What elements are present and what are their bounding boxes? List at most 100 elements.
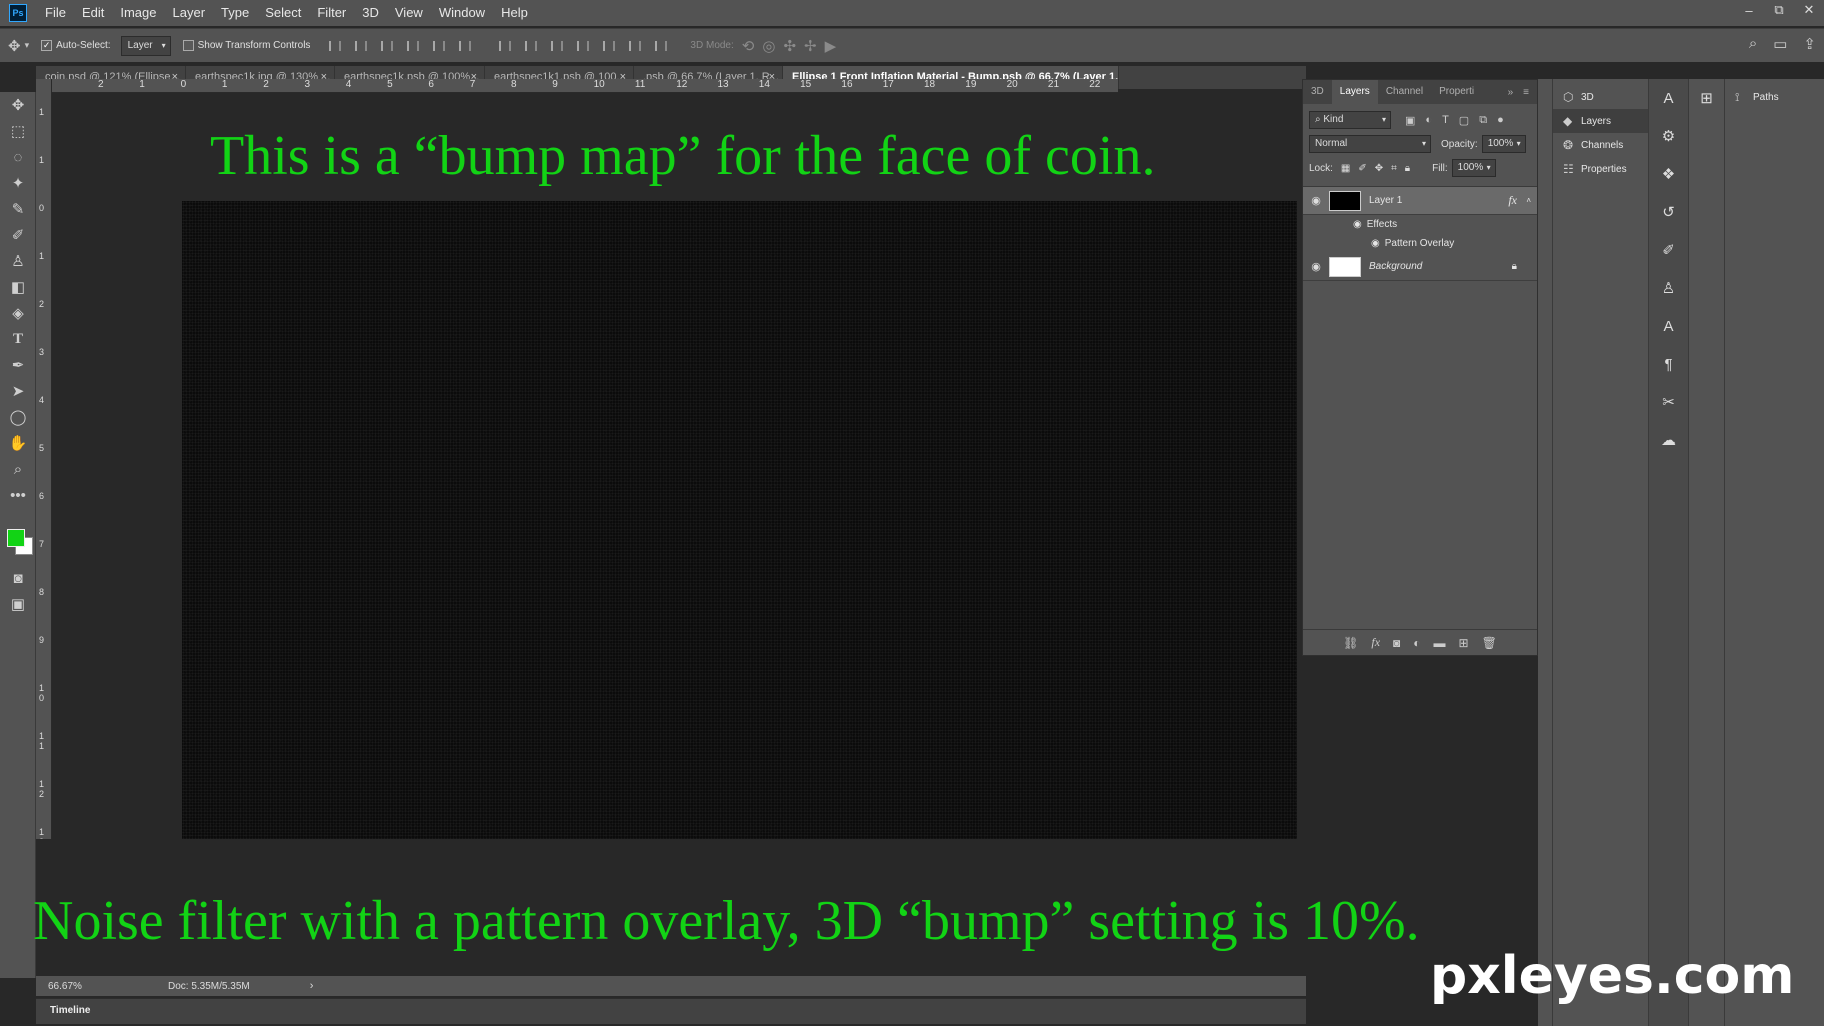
screen-mode-icon[interactable]: ▣ (0, 591, 36, 617)
marquee-tool-icon[interactable]: ⬚ (0, 118, 36, 144)
menu-image[interactable]: Image (112, 0, 164, 26)
kind-filter-dropdown[interactable]: ⌕ Kind ▾ (1309, 111, 1391, 129)
dock-paths[interactable]: ⟟ Paths (1725, 85, 1824, 109)
libraries-icon[interactable]: ☁ (1649, 421, 1688, 459)
status-menu-arrow[interactable]: › (310, 980, 314, 992)
menu-edit[interactable]: Edit (74, 0, 112, 26)
visibility-eye-icon[interactable]: ◉ (1371, 238, 1380, 249)
distribute-hcenter-icon[interactable] (598, 36, 620, 56)
lock-pixels-icon[interactable]: ✐ (1358, 163, 1366, 174)
filter-toggle-icon[interactable]: ● (1497, 114, 1504, 127)
layer-row-layer1[interactable]: ◉ Layer 1 fx ˄ (1303, 187, 1537, 215)
clone-source-icon[interactable]: ♙ (1649, 269, 1688, 307)
show-transform-controls-checkbox[interactable]: Show Transform Controls (182, 40, 310, 51)
distribute-right-icon[interactable] (624, 36, 646, 56)
ellipse-tool-icon[interactable]: ◯ (0, 404, 36, 430)
menu-type[interactable]: Type (213, 0, 257, 26)
panel-menu-icon[interactable]: ≡ (1523, 87, 1529, 98)
type-filter-icon[interactable]: T (1442, 114, 1449, 127)
distribute-top-icon[interactable] (494, 36, 516, 56)
lock-transparent-icon[interactable]: ▦ (1341, 163, 1350, 174)
dock-3d[interactable]: ⬡ 3D (1553, 85, 1648, 109)
document-canvas-noise[interactable] (182, 201, 1297, 839)
blend-mode-dropdown[interactable]: Normal ▾ (1309, 135, 1431, 153)
more-tools-icon[interactable]: ••• (0, 482, 36, 508)
visibility-eye-icon[interactable]: ◉ (1353, 219, 1362, 230)
visibility-eye-icon[interactable]: ◉ (1303, 260, 1329, 273)
tab-properties[interactable]: Properti (1431, 80, 1482, 104)
tool-presets-icon[interactable]: ✂ (1649, 383, 1688, 421)
opacity-field[interactable]: 100% ▾ (1481, 135, 1526, 153)
foreground-color-swatch[interactable] (7, 529, 25, 547)
distribute-left-icon[interactable] (572, 36, 594, 56)
path-selection-tool-icon[interactable]: ➤ (0, 378, 36, 404)
search-icon[interactable]: ⌕ (1749, 35, 1757, 53)
eraser-tool-icon[interactable]: ◧ (0, 274, 36, 300)
adjustments-icon[interactable]: ⚙ (1649, 117, 1688, 155)
collapse-effects-icon[interactable]: ˄ (1526, 196, 1531, 205)
workspace-icon[interactable]: ▭ (1773, 35, 1787, 53)
move-tool-icon[interactable]: ✥ (0, 92, 36, 118)
distribute-vcenter-icon[interactable] (520, 36, 542, 56)
menu-3d[interactable]: 3D (354, 0, 387, 26)
3d-pan-icon[interactable]: ✣ (783, 37, 796, 55)
zoom-level[interactable]: 66.67% (36, 981, 106, 992)
align-right-icon[interactable] (454, 36, 476, 56)
menu-view[interactable]: View (387, 0, 431, 26)
adjustment-layer-icon[interactable]: ◐ (1413, 636, 1420, 650)
menu-layer[interactable]: Layer (165, 0, 214, 26)
lasso-tool-icon[interactable]: ◌ (0, 144, 36, 170)
menu-filter[interactable]: Filter (309, 0, 354, 26)
stamp-tool-icon[interactable]: ♙ (0, 248, 36, 274)
link-layers-icon[interactable]: ⛓ (1343, 636, 1358, 650)
auto-align-icon[interactable] (650, 36, 672, 56)
dock-layers[interactable]: ◆ Layers (1553, 109, 1648, 133)
type-tool-icon[interactable]: T (0, 326, 36, 352)
magic-wand-tool-icon[interactable]: ✦ (0, 170, 36, 196)
distribute-bottom-icon[interactable] (546, 36, 568, 56)
tab-channels[interactable]: Channel (1378, 80, 1431, 104)
adjustment-filter-icon[interactable]: ◐ (1425, 114, 1432, 127)
add-mask-icon[interactable]: ◙ (1393, 636, 1400, 650)
brush-settings-icon[interactable]: ✐ (1649, 231, 1688, 269)
minimize-button[interactable]: – (1734, 0, 1764, 20)
image-filter-icon[interactable]: ▣ (1405, 114, 1415, 127)
expand-panels-icon[interactable]: » (1508, 87, 1514, 98)
3d-slide-icon[interactable]: ✢ (804, 37, 817, 55)
eyedropper-tool-icon[interactable]: ✎ (0, 196, 36, 222)
close-button[interactable]: ✕ (1794, 0, 1824, 20)
dock-properties[interactable]: ☷ Properties (1553, 157, 1648, 181)
smart-object-filter-icon[interactable]: ⧉ (1479, 114, 1487, 127)
quick-mask-icon[interactable]: ◙ (0, 565, 36, 591)
move-tool-icon[interactable]: ✥ (8, 37, 21, 55)
fx-badge[interactable]: fx (1508, 193, 1517, 208)
3d-material-icon[interactable]: ❖ (1649, 155, 1688, 193)
visibility-eye-icon[interactable]: ◉ (1303, 194, 1329, 207)
restore-button[interactable]: ⧉ (1764, 0, 1794, 20)
chevron-down-icon[interactable]: ▾ (25, 40, 30, 51)
character-style-icon[interactable]: A (1649, 79, 1688, 117)
dock-channels[interactable]: ❂ Channels (1553, 133, 1648, 157)
paint-bucket-tool-icon[interactable]: ◈ (0, 300, 36, 326)
timeline-tab[interactable]: Timeline (50, 1005, 90, 1016)
fill-field[interactable]: 100% ▾ (1451, 159, 1496, 177)
new-group-icon[interactable]: ▬ (1434, 636, 1446, 650)
align-top-icon[interactable] (324, 36, 346, 56)
character-icon[interactable]: A (1649, 307, 1688, 345)
shape-filter-icon[interactable]: ▢ (1459, 114, 1469, 127)
grid-icon[interactable]: ⊞ (1689, 79, 1724, 117)
pattern-overlay-row[interactable]: ◉ Pattern Overlay (1303, 234, 1537, 253)
3d-scale-icon[interactable]: ▶ (825, 37, 837, 55)
align-hcenter-icon[interactable] (428, 36, 450, 56)
layer-row-background[interactable]: ◉ Background 🔒︎ (1303, 253, 1537, 281)
lock-all-icon[interactable]: 🔒︎ (1405, 163, 1410, 174)
new-layer-icon[interactable]: ⊞ (1459, 636, 1469, 650)
zoom-tool-icon[interactable]: ⌕ (0, 456, 36, 482)
tab-3d[interactable]: 3D (1303, 80, 1332, 104)
3d-roll-icon[interactable]: ◎ (762, 37, 775, 55)
pen-tool-icon[interactable]: ✒ (0, 352, 36, 378)
hand-tool-icon[interactable]: ✋ (0, 430, 36, 456)
align-left-icon[interactable] (402, 36, 424, 56)
menu-help[interactable]: Help (493, 0, 536, 26)
history-icon[interactable]: ↺ (1649, 193, 1688, 231)
